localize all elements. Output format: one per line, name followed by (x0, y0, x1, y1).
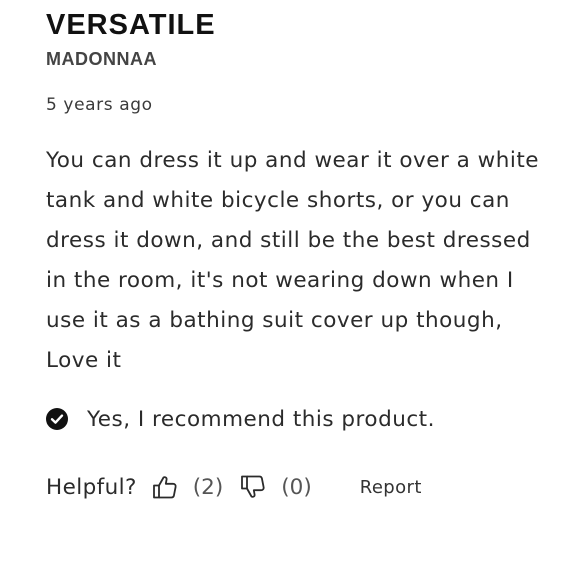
recommendation: Yes, I recommend this product. (46, 402, 435, 436)
downvote-button[interactable]: (0) (239, 473, 312, 501)
review-title: VERSATILE (46, 9, 216, 41)
review-body: You can dress it up and wear it over a w… (46, 148, 539, 373)
thumbs-down-icon (239, 473, 267, 501)
helpful-label: Helpful? (46, 474, 137, 500)
feedback-row: Helpful? (2) (0) Report (46, 470, 422, 504)
review-date: 5 years ago (46, 95, 153, 115)
recommend-text: Yes, I recommend this product. (87, 406, 435, 432)
upvote-count: (2) (192, 474, 224, 500)
report-link[interactable]: Report (360, 477, 422, 498)
review-author: MADONNAA (46, 49, 157, 69)
check-circle-icon (46, 408, 68, 430)
thumbs-up-icon (151, 473, 179, 501)
upvote-button[interactable]: (2) (151, 473, 223, 501)
downvote-count: (0) (281, 474, 312, 500)
